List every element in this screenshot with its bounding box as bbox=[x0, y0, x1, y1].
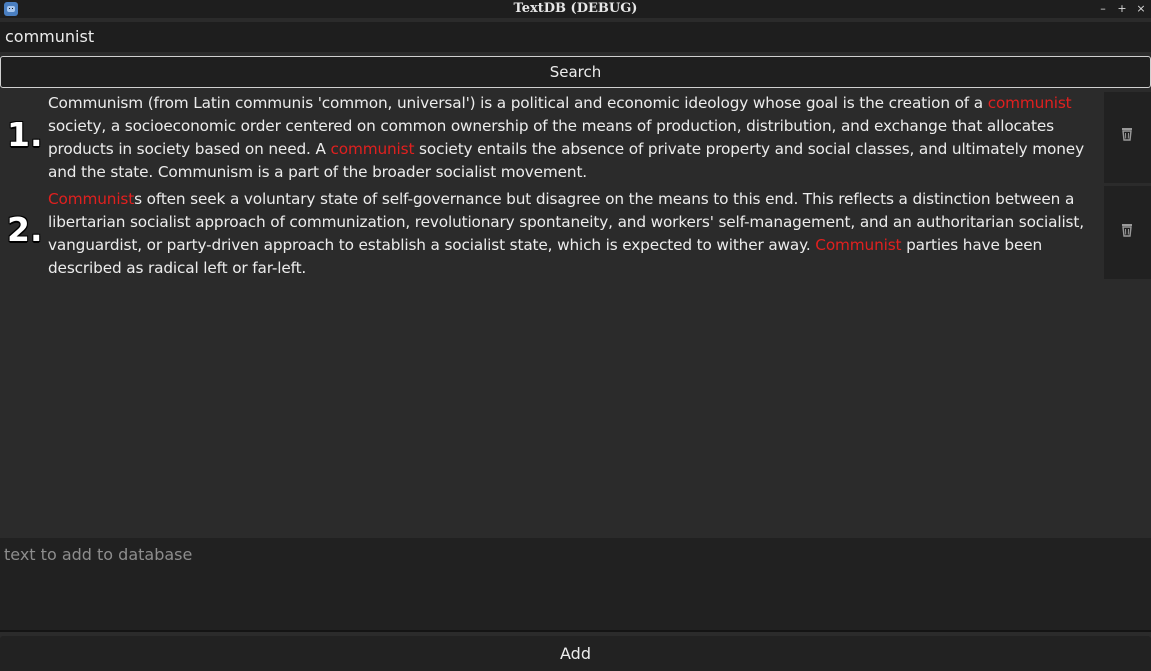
minimize-button[interactable]: – bbox=[1095, 0, 1111, 18]
result-number: 1. bbox=[7, 115, 43, 154]
delete-button[interactable] bbox=[1104, 92, 1151, 183]
result-item: 1. Communism (from Latin communis 'commo… bbox=[0, 92, 1151, 183]
search-match-highlight: communist bbox=[330, 140, 415, 158]
result-number: 2. bbox=[7, 210, 43, 249]
search-match-highlight: Communist bbox=[815, 236, 902, 254]
trash-icon bbox=[1122, 128, 1132, 141]
maximize-button[interactable]: + bbox=[1114, 0, 1130, 18]
window-title: TextDB (DEBUG) bbox=[513, 1, 638, 16]
result-text-segment: Communism (from Latin communis 'common, … bbox=[48, 94, 988, 112]
result-text: Communists often seek a voluntary state … bbox=[48, 188, 1103, 280]
result-item: 2. Communists often seek a voluntary sta… bbox=[0, 186, 1151, 279]
search-match-highlight: communist bbox=[987, 94, 1072, 112]
search-match-highlight: Communist bbox=[48, 190, 135, 208]
title-bar: TextDB (DEBUG) – + × bbox=[0, 0, 1151, 18]
trash-icon bbox=[1122, 224, 1132, 237]
close-button[interactable]: × bbox=[1133, 0, 1149, 18]
add-text-input[interactable] bbox=[0, 538, 1151, 632]
results-list: 1. Communism (from Latin communis 'commo… bbox=[0, 92, 1151, 534]
delete-button[interactable] bbox=[1104, 186, 1151, 279]
add-button[interactable]: Add bbox=[0, 636, 1151, 671]
search-input[interactable] bbox=[0, 22, 1151, 52]
result-text: Communism (from Latin communis 'common, … bbox=[48, 92, 1103, 184]
search-button[interactable]: Search bbox=[0, 56, 1151, 88]
